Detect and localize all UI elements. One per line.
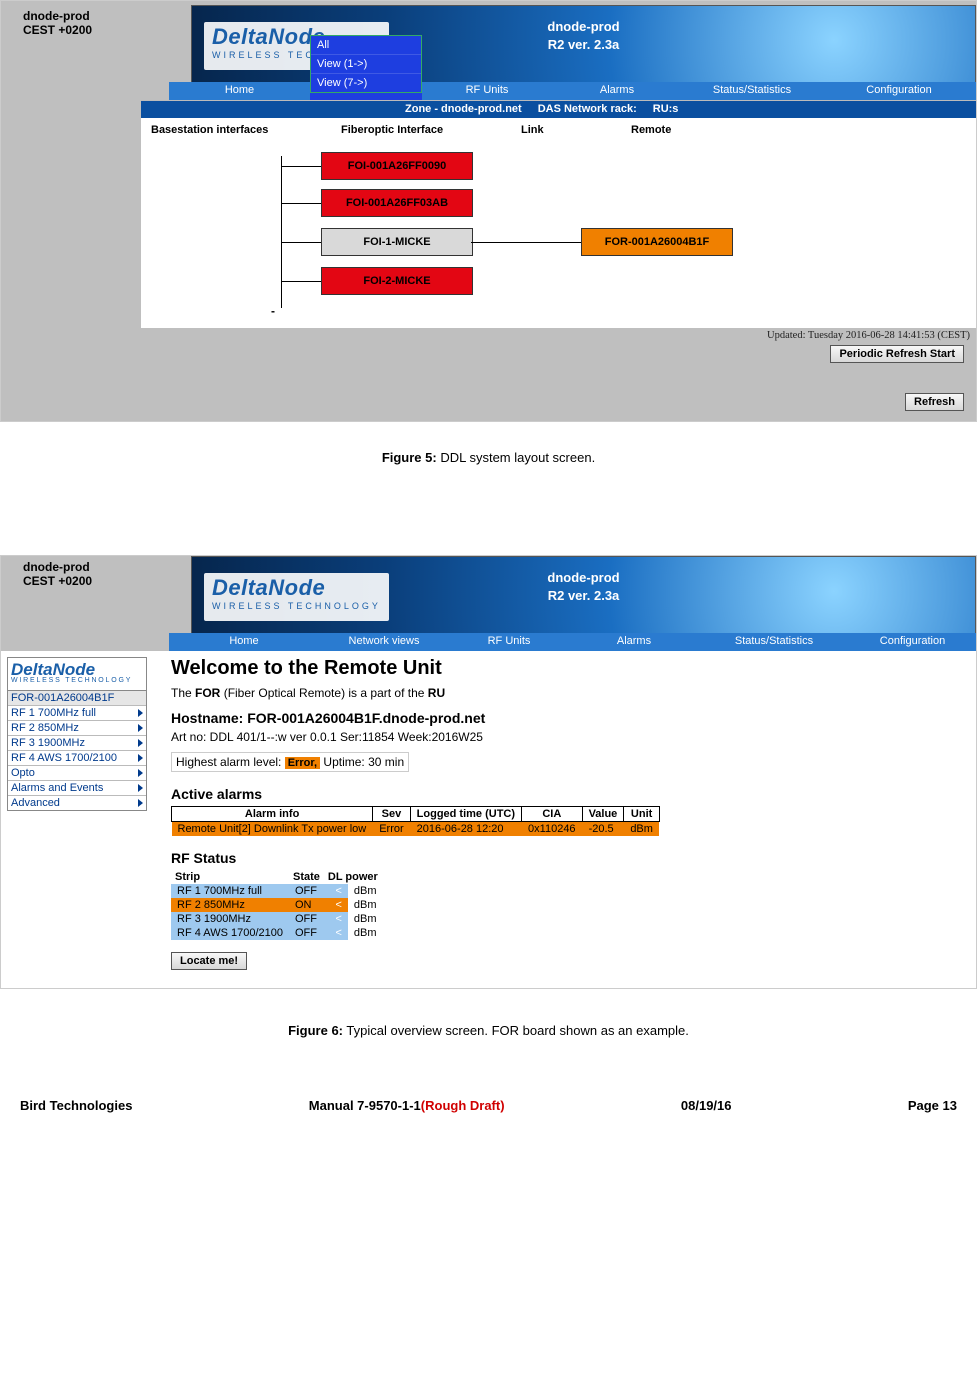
- chevron-right-icon: [138, 754, 143, 762]
- dropdown-item-view7[interactable]: View (7->): [311, 74, 421, 92]
- footer-draft: (Rough Draft): [421, 1098, 505, 1113]
- sidebar-alarms[interactable]: Alarms and Events: [8, 781, 146, 796]
- dropdown-item-view1[interactable]: View (1->): [311, 55, 421, 74]
- page-title: Welcome to the Remote Unit: [171, 657, 964, 680]
- alarms-table: Alarm infoSevLogged time (UTC)CIAValueUn…: [171, 806, 660, 836]
- network-diagram: Basestation interfaces Fiberoptic Interf…: [141, 118, 976, 328]
- table-header: StripStateDL power: [171, 870, 383, 884]
- sidebar-rf3[interactable]: RF 3 1900MHz: [8, 736, 146, 751]
- chevron-right-icon: [138, 769, 143, 777]
- sidebar-rf2[interactable]: RF 2 850MHz: [8, 721, 146, 736]
- zone-label: Zone - dnode-prod.net: [397, 101, 530, 118]
- basestation-dash: -: [271, 304, 275, 318]
- footer-page: Page 13: [908, 1098, 957, 1113]
- alarm-level-badge: Error,: [285, 757, 320, 769]
- foi-node-3[interactable]: FOI-1-MICKE: [321, 228, 473, 256]
- artno-text: Art no: DDL 401/1--:w ver 0.0.1 Ser:1185…: [171, 730, 964, 744]
- content: Welcome to the Remote Unit The FOR (Fibe…: [147, 657, 976, 974]
- chevron-right-icon: [138, 724, 143, 732]
- footer-company: Bird Technologies: [20, 1098, 132, 1113]
- nav2-network-views[interactable]: Network views: [319, 633, 449, 651]
- main-nav-2: Home Network views RF Units Alarms Statu…: [169, 633, 976, 651]
- intro-text: The FOR (Fiber Optical Remote) is a part…: [171, 686, 964, 700]
- table-row[interactable]: Remote Unit[2] Downlink Tx power lowErro…: [172, 822, 660, 837]
- foi-node-4[interactable]: FOI-2-MICKE: [321, 267, 473, 295]
- sidebar-advanced[interactable]: Advanced: [8, 796, 146, 810]
- hostname-heading: Hostname: FOR-001A26004B1F.dnode-prod.ne…: [171, 710, 964, 726]
- sidebar-rf1[interactable]: RF 1 700MHz full: [8, 706, 146, 721]
- figure-5-screenshot: dnode-prod CEST +0200 DeltaNode Wireless…: [0, 0, 977, 422]
- banner: DeltaNode Wireless Technology dnode-prod…: [191, 5, 976, 83]
- updated-timestamp: Updated: Tuesday 2016-06-28 14:41:53 (CE…: [1, 328, 976, 343]
- nav-configuration[interactable]: Configuration: [822, 82, 976, 100]
- nav2-configuration[interactable]: Configuration: [849, 633, 976, 651]
- figure-5-caption: Figure 5: DDL system layout screen.: [0, 450, 977, 465]
- network-views-dropdown[interactable]: All View (1->) View (7->): [310, 35, 422, 93]
- host-info-2: dnode-prod CEST +0200: [1, 556, 191, 589]
- banner-text: dnode-prod R2 ver. 2.3a: [547, 18, 619, 54]
- figure-6-screenshot: dnode-prod CEST +0200 DeltaNode Wireless…: [0, 555, 977, 989]
- table-row: RF 2 850MHzON<dBm: [171, 898, 383, 912]
- zone-rack: DAS Network rack:: [530, 101, 645, 118]
- alarm-summary: Highest alarm level: Error, Uptime: 30 m…: [171, 752, 409, 772]
- nav2-alarms[interactable]: Alarms: [569, 633, 699, 651]
- sidebar-list: FOR-001A26004B1F RF 1 700MHz full RF 2 8…: [7, 691, 147, 811]
- nav-status[interactable]: Status/Statistics: [682, 82, 822, 100]
- sidebar: DeltaNode Wireless Technology FOR-001A26…: [7, 657, 147, 974]
- foi-node-1[interactable]: FOI-001A26FF0090: [321, 152, 473, 180]
- nav-home[interactable]: Home: [169, 82, 310, 100]
- sidebar-badge[interactable]: FOR-001A26004B1F: [8, 691, 146, 706]
- main-nav: Home Network views RF Units Alarms Statu…: [169, 82, 976, 100]
- chevron-right-icon: [138, 784, 143, 792]
- col-remote: Remote: [631, 124, 671, 136]
- periodic-refresh-button[interactable]: Periodic Refresh Start: [830, 345, 964, 363]
- banner-text-2: dnode-prod R2 ver. 2.3a: [547, 569, 619, 605]
- host-name: dnode-prod: [23, 9, 191, 23]
- host-info: dnode-prod CEST +0200: [1, 5, 191, 38]
- banner-2: DeltaNode Wireless Technology dnode-prod…: [191, 556, 976, 634]
- chevron-right-icon: [138, 799, 143, 807]
- dropdown-item-all[interactable]: All: [311, 36, 421, 55]
- zone-bar: Zone - dnode-prod.net DAS Network rack: …: [141, 101, 976, 118]
- logo-text: DeltaNode: [212, 24, 325, 49]
- zone-rus: RU:s: [645, 101, 687, 118]
- active-alarms-heading: Active alarms: [171, 786, 964, 802]
- table-header: Alarm infoSevLogged time (UTC)CIAValueUn…: [172, 807, 660, 822]
- sidebar-opto[interactable]: Opto: [8, 766, 146, 781]
- sidebar-logo: DeltaNode Wireless Technology: [7, 657, 147, 691]
- nav-rf-units[interactable]: RF Units: [422, 82, 552, 100]
- rf-status-heading: RF Status: [171, 850, 964, 866]
- sidebar-rf4[interactable]: RF 4 AWS 1700/2100: [8, 751, 146, 766]
- page-footer: Bird Technologies Manual 7-9570-1-1(Roug…: [0, 1038, 977, 1129]
- table-row: RF 4 AWS 1700/2100OFF<dBm: [171, 926, 383, 940]
- footer-manual: Manual 7-9570-1-1(Rough Draft): [309, 1098, 505, 1113]
- col-link: Link: [521, 124, 544, 136]
- chevron-right-icon: [138, 739, 143, 747]
- locate-me-button[interactable]: Locate me!: [171, 952, 247, 970]
- nav-alarms[interactable]: Alarms: [552, 82, 682, 100]
- for-node[interactable]: FOR-001A26004B1F: [581, 228, 733, 256]
- col-fiber: Fiberoptic Interface: [341, 124, 443, 136]
- col-basestation: Basestation interfaces: [151, 124, 268, 136]
- figure-6-caption: Figure 6: Typical overview screen. FOR b…: [0, 1023, 977, 1038]
- chevron-right-icon: [138, 709, 143, 717]
- foi-node-2[interactable]: FOI-001A26FF03AB: [321, 189, 473, 217]
- rf-status-table: StripStateDL power RF 1 700MHz fullOFF<d…: [171, 870, 383, 940]
- nav2-home[interactable]: Home: [169, 633, 319, 651]
- refresh-button[interactable]: Refresh: [905, 393, 964, 411]
- nav2-status[interactable]: Status/Statistics: [699, 633, 849, 651]
- host-tz: CEST +0200: [23, 23, 191, 37]
- banner-logo-2: DeltaNode Wireless Technology: [204, 573, 389, 621]
- footer-date: 08/19/16: [681, 1098, 732, 1113]
- table-row: RF 3 1900MHzOFF<dBm: [171, 912, 383, 926]
- table-row: RF 1 700MHz fullOFF<dBm: [171, 884, 383, 898]
- nav2-rf-units[interactable]: RF Units: [449, 633, 569, 651]
